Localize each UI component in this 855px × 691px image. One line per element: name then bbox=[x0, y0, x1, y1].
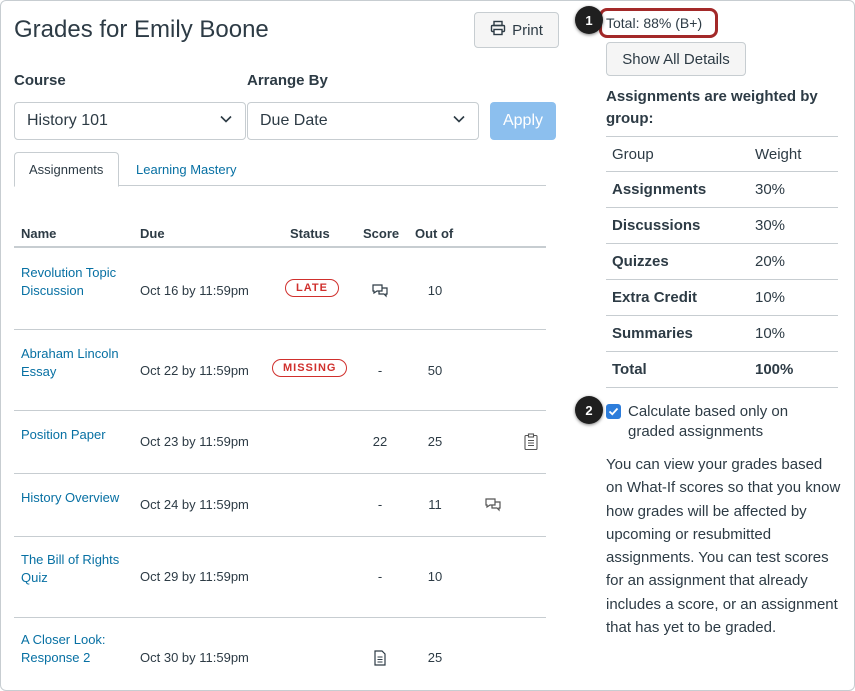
points-possible: 11 bbox=[428, 497, 442, 512]
status-badge: LATE bbox=[285, 279, 339, 297]
score-value[interactable]: - bbox=[364, 569, 396, 584]
rubric-icon[interactable] bbox=[522, 433, 540, 451]
arrange-by-select-value: Due Date bbox=[260, 112, 328, 129]
score-value[interactable]: 22 bbox=[364, 434, 396, 449]
group-weight: 20% bbox=[755, 253, 786, 270]
status-badge: MISSING bbox=[272, 359, 348, 377]
weights-row: Extra Credit 10% bbox=[606, 280, 838, 316]
weights-row: Quizzes 20% bbox=[606, 244, 838, 280]
points-possible: 50 bbox=[427, 363, 443, 378]
callout-badge: 2 bbox=[575, 396, 603, 424]
group-weight: 10% bbox=[755, 289, 786, 306]
column-header-due: Due bbox=[140, 226, 165, 241]
points-possible: 10 bbox=[427, 569, 443, 584]
highlight-ring bbox=[599, 8, 718, 38]
tab-assignments[interactable]: Assignments bbox=[14, 152, 119, 187]
table-row: Abraham Lincoln Essay Oct 22 by 11:59pm … bbox=[14, 331, 546, 411]
weights-table-header: Group Weight bbox=[606, 137, 838, 172]
table-row: Position Paper Oct 23 by 11:59pm 22 25 bbox=[14, 412, 546, 474]
print-label: Print bbox=[512, 21, 543, 39]
assignment-link[interactable]: Revolution Topic Discussion bbox=[21, 264, 131, 300]
due-date: Oct 16 by 11:59pm bbox=[140, 283, 249, 298]
weights-table: Group Weight Assignments 30% Discussions… bbox=[606, 136, 838, 388]
table-row: Revolution Topic Discussion Oct 16 by 11… bbox=[14, 250, 546, 330]
course-label: Course bbox=[14, 72, 66, 89]
weights-total-row: Total 100% bbox=[606, 352, 838, 388]
score-value[interactable]: - bbox=[364, 497, 396, 512]
group-name: Assignments bbox=[612, 181, 707, 198]
due-date: Oct 30 by 11:59pm bbox=[140, 650, 249, 665]
group-weight: 30% bbox=[755, 181, 786, 198]
group-weight: 10% bbox=[755, 325, 786, 342]
group-name: Total bbox=[612, 361, 647, 378]
assignment-link[interactable]: History Overview bbox=[21, 489, 131, 507]
chevron-down-icon bbox=[219, 112, 233, 131]
column-header-name: Name bbox=[21, 226, 57, 241]
column-header-status: Status bbox=[290, 226, 330, 241]
document-icon bbox=[371, 649, 389, 667]
apply-button[interactable]: Apply bbox=[490, 102, 556, 140]
weighting-heading: Assignments are weighted by group: bbox=[606, 88, 818, 127]
weights-row: Assignments 30% bbox=[606, 172, 838, 208]
assignment-link[interactable]: The Bill of Rights Quiz bbox=[21, 551, 131, 587]
due-date: Oct 23 by 11:59pm bbox=[140, 434, 249, 449]
column-header-weight: Weight bbox=[755, 146, 802, 163]
calculate-graded-only-checkbox[interactable] bbox=[606, 404, 621, 419]
course-select[interactable]: History 101 bbox=[14, 102, 246, 140]
due-date: Oct 22 by 11:59pm bbox=[140, 363, 249, 378]
weights-row: Discussions 30% bbox=[606, 208, 838, 244]
calculate-graded-only-option[interactable]: Calculate based only on graded assignmen… bbox=[606, 402, 838, 442]
points-possible: 25 bbox=[427, 650, 443, 665]
group-weight: 30% bbox=[755, 217, 786, 234]
course-select-value: History 101 bbox=[27, 112, 108, 129]
arrange-by-select[interactable]: Due Date bbox=[247, 102, 479, 140]
weights-row: Summaries 10% bbox=[606, 316, 838, 352]
discussion-icon bbox=[371, 282, 389, 300]
page-title: Grades for Emily Boone bbox=[14, 16, 269, 43]
due-date: Oct 24 by 11:59pm bbox=[140, 497, 249, 512]
table-row: History Overview Oct 24 by 11:59pm - 11 bbox=[14, 475, 546, 537]
callout-badge: 1 bbox=[575, 6, 603, 34]
assignment-link[interactable]: A Closer Look: Response 2 bbox=[21, 631, 131, 667]
tab-learning-mastery[interactable]: Learning Mastery bbox=[122, 152, 250, 187]
due-date: Oct 29 by 11:59pm bbox=[140, 569, 249, 584]
score-value[interactable]: - bbox=[364, 363, 396, 378]
tab-bar: Assignments Learning Mastery bbox=[14, 152, 546, 187]
assignment-link[interactable]: Abraham Lincoln Essay bbox=[21, 345, 131, 381]
assignment-link[interactable]: Position Paper bbox=[21, 426, 131, 444]
arrange-by-label: Arrange By bbox=[247, 72, 328, 89]
column-header-score: Score bbox=[363, 226, 400, 241]
what-if-info-text: You can view your grades based on What-I… bbox=[606, 456, 841, 637]
group-name: Extra Credit bbox=[612, 289, 698, 306]
table-row: The Bill of Rights Quiz Oct 29 by 11:59p… bbox=[14, 538, 546, 618]
assignments-table-header: Name Due Status Score Out of bbox=[14, 220, 546, 248]
show-all-details-button[interactable]: Show All Details bbox=[606, 42, 746, 76]
points-possible: 25 bbox=[427, 434, 443, 449]
group-name: Summaries bbox=[612, 325, 693, 342]
calculate-graded-only-label: Calculate based only on graded assignmen… bbox=[628, 403, 789, 440]
group-name: Discussions bbox=[612, 217, 701, 234]
points-possible: 10 bbox=[427, 283, 443, 298]
group-weight: 100% bbox=[755, 361, 794, 378]
printer-icon bbox=[490, 20, 506, 40]
group-name: Quizzes bbox=[612, 253, 669, 270]
table-row: A Closer Look: Response 2 Oct 30 by 11:5… bbox=[14, 619, 546, 683]
column-header-group: Group bbox=[612, 146, 654, 163]
column-header-out-of: Out of bbox=[415, 226, 454, 241]
comments-icon[interactable] bbox=[484, 496, 502, 514]
chevron-down-icon bbox=[452, 112, 466, 131]
print-button[interactable]: Print bbox=[474, 12, 559, 48]
